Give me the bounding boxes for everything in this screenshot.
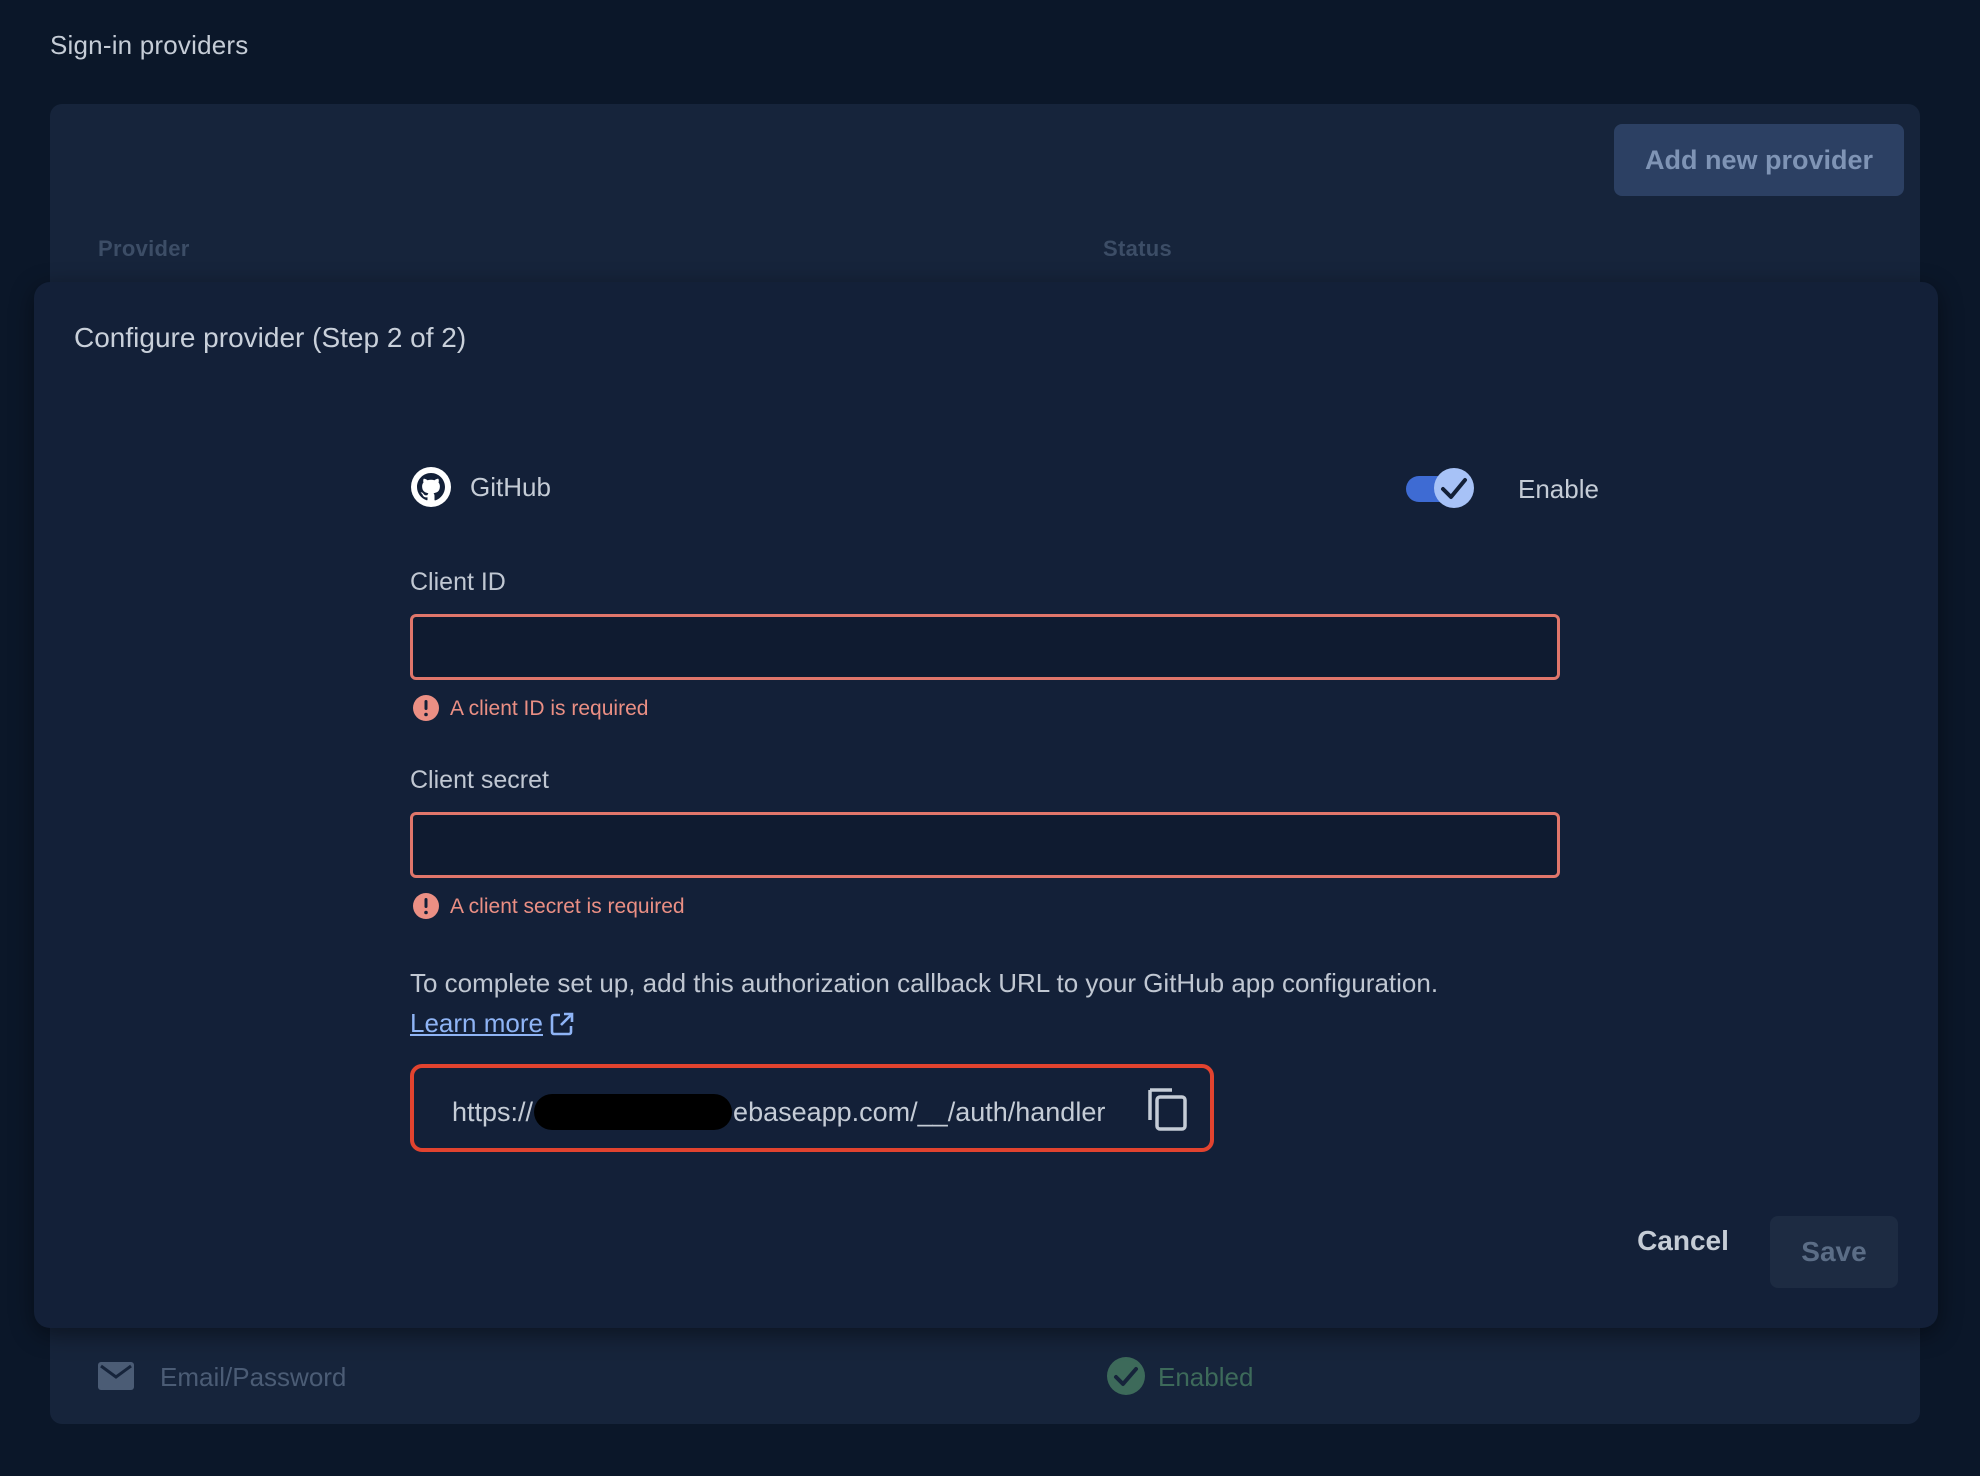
callback-url-prefix: https:// bbox=[452, 1096, 534, 1127]
error-icon bbox=[413, 695, 439, 721]
add-new-provider-button[interactable]: Add new provider bbox=[1614, 124, 1904, 196]
checkmark-icon bbox=[1434, 468, 1474, 508]
dialog-title: Configure provider (Step 2 of 2) bbox=[74, 322, 467, 353]
enable-toggle[interactable] bbox=[1404, 466, 1478, 510]
redaction-block bbox=[534, 1094, 733, 1130]
enable-label: Enable bbox=[1518, 474, 1599, 504]
column-header-status: Status bbox=[1103, 236, 1173, 261]
callback-url: https:// ebaseapp.com/__/auth/handler bbox=[452, 1094, 1105, 1130]
mail-icon bbox=[98, 1362, 134, 1390]
callback-instructions: To complete set up, add this authorizati… bbox=[410, 968, 1439, 998]
save-button[interactable]: Save bbox=[1770, 1216, 1898, 1288]
provider-name: Email/Password bbox=[160, 1362, 347, 1392]
callback-url-box: https:// ebaseapp.com/__/auth/handler bbox=[410, 1064, 1214, 1152]
copy-icon[interactable] bbox=[1146, 1086, 1190, 1132]
callback-url-suffix: ebaseapp.com/__/auth/handler bbox=[733, 1096, 1106, 1127]
column-header-provider: Provider bbox=[98, 236, 190, 261]
configure-provider-dialog: Configure provider (Step 2 of 2) GitHub … bbox=[34, 282, 1938, 1328]
check-circle-icon bbox=[1107, 1357, 1145, 1395]
client-secret-label: Client secret bbox=[410, 766, 549, 794]
provider-header: GitHub Enable bbox=[410, 462, 1599, 512]
client-id-input[interactable] bbox=[410, 614, 1560, 680]
client-secret-input[interactable] bbox=[410, 812, 1560, 878]
cancel-button[interactable]: Cancel bbox=[1628, 1216, 1738, 1266]
status-label: Enabled bbox=[1158, 1362, 1254, 1392]
error-message: A client ID is required bbox=[450, 697, 649, 720]
error-message: A client secret is required bbox=[450, 895, 685, 918]
table-row[interactable]: Email/Password Enabled bbox=[50, 1332, 1920, 1422]
github-icon bbox=[411, 467, 451, 507]
page: Sign-in providers Add new provider Provi… bbox=[0, 0, 1980, 1476]
learn-more-link[interactable]: Learn more bbox=[410, 1008, 575, 1039]
provider-name: GitHub bbox=[470, 472, 551, 502]
client-id-label: Client ID bbox=[410, 568, 506, 596]
section-title: Sign-in providers bbox=[50, 30, 249, 60]
learn-more-label: Learn more bbox=[410, 1008, 543, 1038]
error-icon bbox=[413, 893, 439, 919]
external-link-icon bbox=[550, 1012, 574, 1035]
